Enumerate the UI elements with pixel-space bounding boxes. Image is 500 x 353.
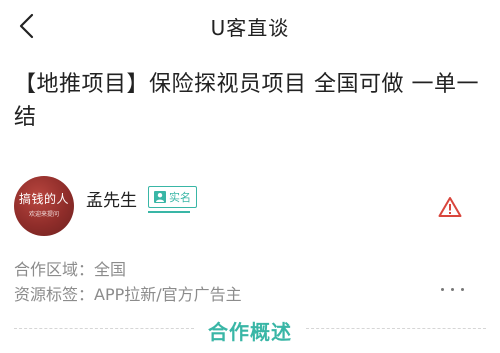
author-name[interactable]: 孟先生	[86, 186, 137, 211]
avatar-subtext: 欢迎来提问	[28, 211, 59, 218]
post-title: 【地推项目】保险探视员项目 全国可做 一单一结	[14, 72, 479, 130]
more-options-icon[interactable]	[438, 283, 468, 297]
verified-label: 实名	[169, 191, 191, 204]
page-title: U客直谈	[210, 16, 290, 40]
section-title: 合作概述	[208, 320, 292, 344]
avatar-text: 搞钱的人	[18, 192, 69, 206]
person-icon	[154, 191, 166, 203]
top-nav-bar: U客直谈	[0, 0, 500, 52]
verified-badge: 实名	[148, 186, 197, 208]
dot	[451, 288, 454, 291]
dot	[461, 288, 464, 291]
cooperation-region: 合作区域：全国	[14, 260, 127, 279]
avatar[interactable]: 搞钱的人 欢迎来提问	[14, 176, 74, 236]
report-warning-icon[interactable]	[438, 196, 462, 218]
badge-underline	[148, 211, 190, 213]
dot	[441, 288, 444, 291]
resource-tags: 资源标签：APP拉新/官方广告主	[14, 285, 242, 304]
